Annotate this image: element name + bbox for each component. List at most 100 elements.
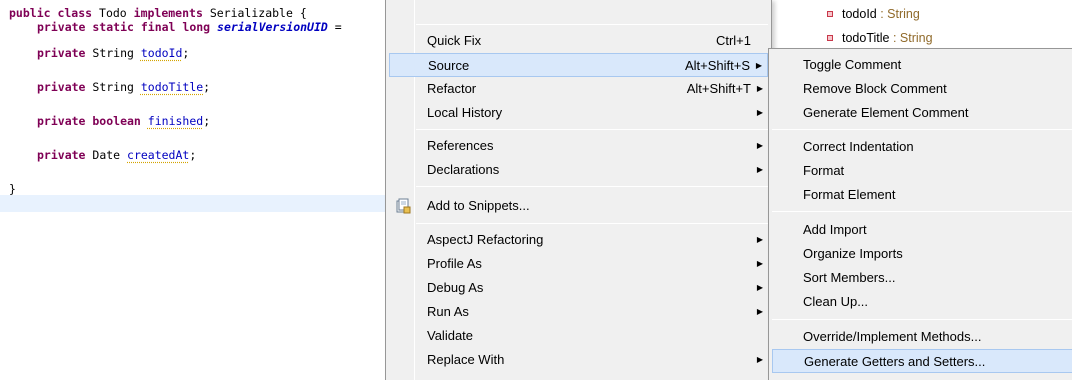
menu-item-local-history[interactable]: Local History ▶	[389, 101, 768, 125]
menu-item-label: Add Import	[803, 222, 867, 237]
context-menu: Quick Fix Ctrl+1 Source Alt+Shift+S ▶ Re…	[385, 0, 772, 380]
submenu-arrow-icon: ▶	[756, 84, 763, 93]
menu-item-remove-block-comment[interactable]: Remove Block Comment	[772, 77, 1072, 101]
code-token: ;	[189, 148, 197, 162]
menu-item-format[interactable]: Format	[772, 159, 1072, 183]
code-line-created-at[interactable]: private Date createdAt;	[37, 147, 196, 163]
menu-item-format-element[interactable]: Format Element	[772, 183, 1072, 207]
menu-item-label: Validate	[427, 328, 474, 343]
menu-item-source[interactable]: Source Alt+Shift+S ▶	[389, 53, 768, 77]
source-submenu: Toggle Comment Remove Block Comment Gene…	[768, 48, 1072, 380]
menu-item-label: Run As	[427, 304, 469, 319]
outline-item-type: : String	[876, 7, 920, 21]
code-token: Serializable {	[202, 6, 307, 20]
submenu-arrow-icon: ▶	[756, 283, 763, 292]
code-token: ;	[182, 46, 190, 60]
code-token: ;	[203, 114, 211, 128]
submenu-arrow-icon: ▶	[756, 259, 763, 268]
submenu-arrow-icon: ▶	[756, 141, 763, 150]
snippet-icon	[395, 198, 411, 214]
menu-item-label: References	[427, 138, 494, 153]
menu-item-references[interactable]: References ▶	[389, 134, 768, 158]
keyword-token: private boolean	[37, 114, 141, 128]
menu-item-label: AspectJ Refactoring	[427, 232, 544, 247]
outline-item-type: : String	[889, 31, 933, 45]
menu-item-label: Organize Imports	[803, 246, 903, 261]
menu-item-correct-indentation[interactable]: Correct Indentation	[772, 135, 1072, 159]
menu-item-label: Correct Indentation	[803, 139, 914, 154]
menu-separator	[772, 211, 1072, 212]
menu-item-shortcut: Alt+Shift+S	[684, 58, 750, 73]
menu-item-shortcut: Ctrl+1	[715, 33, 751, 48]
menu-item-label: Local History	[427, 105, 503, 120]
menu-item-add-import[interactable]: Add Import	[772, 218, 1072, 242]
menu-separator	[416, 186, 768, 187]
code-token: }	[9, 182, 16, 196]
keyword-token: private static final long	[37, 20, 211, 34]
menu-item-label: Replace With	[427, 352, 505, 367]
keyword-token: implements	[133, 6, 203, 20]
submenu-arrow-icon: ▶	[756, 355, 763, 364]
submenu-arrow-icon: ▶	[755, 61, 762, 70]
menu-separator	[772, 129, 1072, 130]
code-token: String	[85, 80, 141, 94]
code-token: =	[327, 20, 342, 34]
menu-item-run-as[interactable]: Run As ▶	[389, 300, 768, 324]
menu-item-label: Remove Block Comment	[803, 81, 947, 96]
menu-item-shortcut: Alt+Shift+T	[686, 81, 751, 96]
outline-item[interactable]: todoId : String	[827, 5, 920, 23]
menu-item-label: Add to Snippets...	[427, 198, 530, 213]
code-line-todo-title[interactable]: private String todoTitle;	[37, 79, 210, 95]
menu-item-generate-element-comment[interactable]: Generate Element Comment	[772, 101, 1072, 125]
keyword-token: private	[37, 80, 86, 94]
menu-item-clean-up[interactable]: Clean Up...	[772, 290, 1072, 314]
menu-item-label: Declarations	[427, 162, 500, 177]
field-token: todoId	[140, 46, 183, 60]
code-line-closing-brace[interactable]: }	[9, 181, 16, 197]
menu-item-replace-with[interactable]: Replace With ▶	[389, 348, 768, 372]
menu-item-override-implement-methods[interactable]: Override/Implement Methods...	[772, 325, 1072, 349]
submenu-arrow-icon: ▶	[756, 235, 763, 244]
menu-item-label: Generate Getters and Setters...	[804, 354, 986, 369]
menu-item-sort-members[interactable]: Sort Members...	[772, 266, 1072, 290]
code-token: ;	[203, 80, 211, 94]
keyword-token: private	[37, 148, 86, 162]
code-line-serial-version[interactable]: private static final long serialVersionU…	[37, 19, 342, 35]
outline-item[interactable]: todoTitle : String	[827, 29, 933, 47]
private-field-icon	[827, 11, 833, 17]
menu-item-label: Override/Implement Methods...	[803, 329, 982, 344]
code-token: String	[85, 46, 141, 60]
menu-item-profile-as[interactable]: Profile As ▶	[389, 252, 768, 276]
field-token: todoTitle	[140, 80, 204, 94]
code-editor[interactable]: public class Todo implements Serializabl…	[0, 0, 390, 380]
outline-item-name: todoId	[842, 7, 877, 21]
menu-item-toggle-comment[interactable]: Toggle Comment	[772, 53, 1072, 77]
menu-item-label: Debug As	[427, 280, 484, 295]
outline-item-name: todoTitle	[842, 31, 890, 45]
menu-item-declarations[interactable]: Declarations ▶	[389, 158, 768, 182]
menu-item-label: Sort Members...	[803, 270, 896, 285]
menu-item-label: Toggle Comment	[803, 57, 902, 72]
keyword-token: private	[37, 46, 86, 60]
field-token: createdAt	[127, 148, 190, 162]
menu-item-validate[interactable]: Validate	[389, 324, 768, 348]
menu-item-quick-fix[interactable]: Quick Fix Ctrl+1	[389, 29, 768, 53]
keyword-token: public class	[9, 6, 93, 20]
menu-item-add-to-snippets[interactable]: Add to Snippets...	[389, 194, 768, 218]
menu-item-aspectj-refactoring[interactable]: AspectJ Refactoring ▶	[389, 228, 768, 252]
menu-item-label: Format	[803, 163, 845, 178]
menu-separator	[416, 223, 768, 224]
menu-item-debug-as[interactable]: Debug As ▶	[389, 276, 768, 300]
menu-item-label: Format Element	[803, 187, 896, 202]
menu-item-label: Source	[428, 58, 470, 73]
menu-item-organize-imports[interactable]: Organize Imports	[772, 242, 1072, 266]
menu-item-generate-getters-setters[interactable]: Generate Getters and Setters...	[772, 349, 1072, 373]
menu-item-refactor[interactable]: Refactor Alt+Shift+T ▶	[389, 77, 768, 101]
menu-item-label: Generate Element Comment	[803, 105, 969, 120]
code-line-finished[interactable]: private boolean finished;	[37, 113, 210, 129]
private-field-icon	[827, 35, 833, 41]
code-line-todo-id[interactable]: private String todoId;	[37, 45, 189, 61]
menu-item-label: Clean Up...	[803, 294, 869, 309]
